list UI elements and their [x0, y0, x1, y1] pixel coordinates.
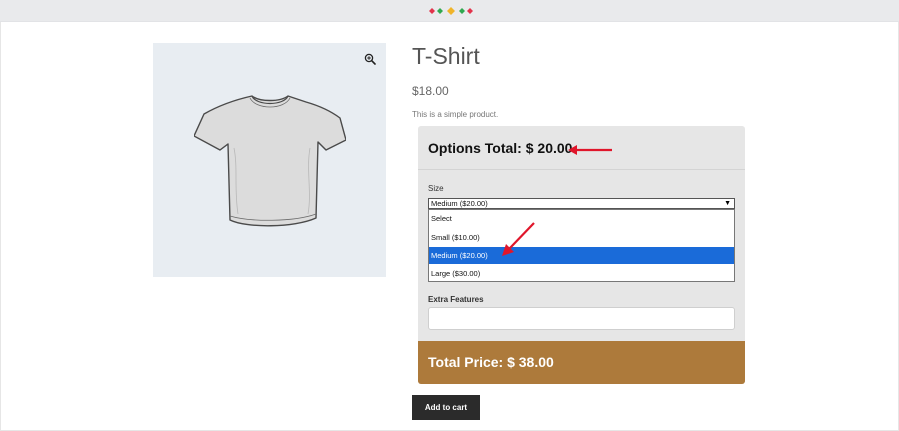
add-to-cart-button[interactable]: Add to cart — [412, 395, 480, 420]
size-option-large[interactable]: Large ($30.00) — [429, 265, 734, 282]
top-bar — [0, 0, 899, 22]
product-price: $18.00 — [412, 84, 449, 98]
frame-border-left — [0, 22, 1, 431]
options-divider — [418, 169, 745, 170]
size-option-medium[interactable]: Medium ($20.00) — [429, 247, 734, 264]
annotation-arrow-left-icon — [568, 145, 612, 155]
total-price: Total Price: $ 38.00 — [428, 354, 554, 370]
annotation-arrow-diagonal-icon — [502, 222, 535, 256]
chevron-down-icon: ▼ — [724, 200, 731, 207]
colored-dots-logo — [429, 7, 473, 15]
size-option-select[interactable]: Select — [429, 210, 734, 227]
tshirt-image — [194, 95, 346, 227]
extra-features-label: Extra Features — [428, 295, 484, 304]
size-dropdown-list[interactable]: Select Small ($10.00) Medium ($20.00) La… — [428, 209, 735, 282]
options-total: Options Total: $ 20.00 — [428, 140, 573, 156]
size-select-value: Medium ($20.00) — [431, 199, 488, 208]
size-label: Size — [428, 184, 444, 193]
zoom-in-icon[interactable] — [364, 53, 376, 65]
extra-features-input[interactable] — [428, 307, 735, 330]
product-title: T-Shirt — [412, 43, 480, 69]
product-description: This is a simple product. — [412, 110, 499, 119]
size-select[interactable]: Medium ($20.00) ▼ — [428, 198, 735, 209]
size-option-small[interactable]: Small ($10.00) — [429, 229, 734, 246]
